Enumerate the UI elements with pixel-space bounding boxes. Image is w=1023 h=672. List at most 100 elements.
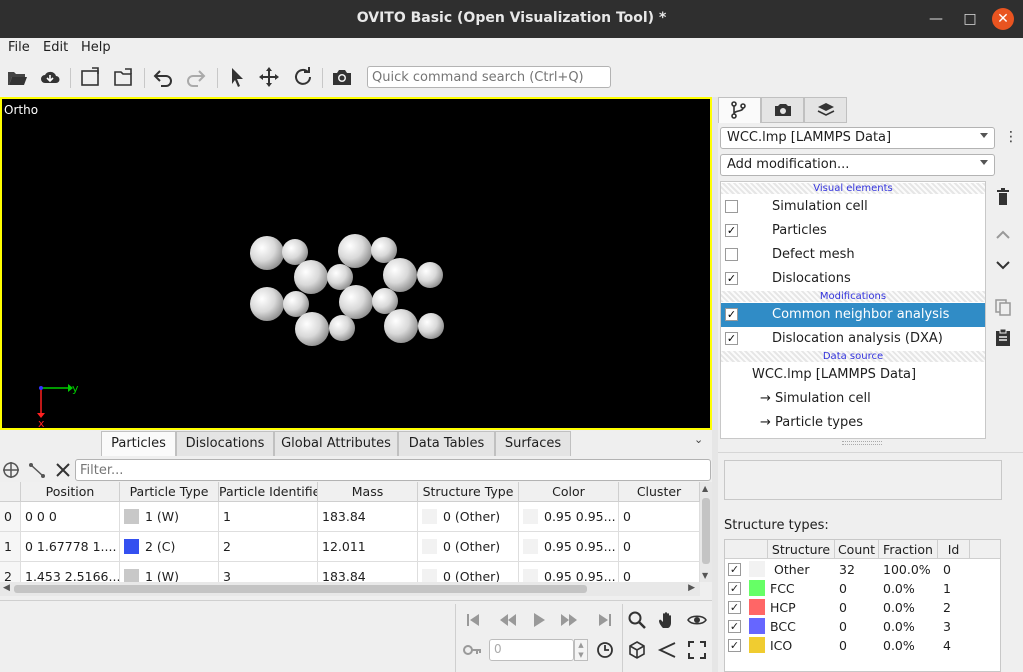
tab-surfaces[interactable]: Surfaces	[495, 431, 571, 456]
pipeline-item-source-simulation-cell[interactable]: → Simulation cell	[721, 387, 985, 411]
table-vertical-scrollbar[interactable]: ▲ ▼	[700, 482, 712, 582]
tab-global-attributes[interactable]: Global Attributes	[274, 431, 398, 456]
checkbox[interactable]: ✓	[725, 272, 738, 285]
structure-color-swatch[interactable]	[749, 599, 765, 615]
load-remote-icon[interactable]	[39, 66, 63, 88]
close-button[interactable]: ✕	[992, 8, 1014, 30]
pipeline-item-particles[interactable]: ✓ Particles	[721, 219, 985, 243]
column-header[interactable]: Particle Identifier	[219, 482, 318, 502]
pipeline-item-data-source[interactable]: WCC.lmp [LAMMPS Data]	[721, 363, 985, 387]
column-header[interactable]: Count	[835, 540, 879, 559]
checkbox[interactable]: ✓	[725, 332, 738, 345]
move-up-chevron-icon[interactable]	[993, 225, 1015, 247]
maximize-button[interactable]: □	[959, 8, 981, 30]
pipeline-item-common-neighbor-analysis[interactable]: ✓ Common neighbor analysis	[721, 303, 985, 327]
menu-edit[interactable]: Edit	[43, 40, 68, 55]
open-file-icon[interactable]	[6, 66, 30, 88]
tab-render[interactable]	[761, 97, 804, 123]
orbit-eye-icon[interactable]	[685, 608, 709, 632]
checkbox[interactable]: ✓	[728, 639, 741, 652]
panel-splitter-handle[interactable]	[842, 441, 882, 445]
table-cell: 183.84	[318, 502, 418, 532]
more-vertical-icon[interactable]: ⋮	[1004, 128, 1018, 148]
animation-settings-clock-icon[interactable]	[593, 638, 617, 662]
maximize-viewport-icon[interactable]	[685, 638, 709, 662]
filter-input[interactable]	[75, 459, 711, 481]
move-mode-icon[interactable]	[258, 66, 282, 88]
checkbox[interactable]: ✓	[728, 563, 741, 576]
particles-table: Position Particle Type Particle Identifi…	[0, 482, 700, 582]
checkbox[interactable]: ✓	[728, 582, 741, 595]
pipeline-item-dislocation-analysis[interactable]: ✓ Dislocation analysis (DXA)	[721, 327, 985, 351]
tab-particles[interactable]: Particles	[101, 431, 176, 456]
type-color-swatch	[124, 508, 139, 524]
pipeline-selector[interactable]: WCC.lmp [LAMMPS Data]	[720, 127, 995, 149]
checkbox[interactable]: ✓	[725, 308, 738, 321]
table-cell: 0	[619, 562, 700, 582]
previous-frame-icon[interactable]	[496, 608, 520, 632]
rotate-mode-icon[interactable]	[291, 66, 315, 88]
checkbox[interactable]	[725, 248, 738, 261]
tab-viewport-layers[interactable]	[804, 97, 847, 123]
collapse-chevron-icon[interactable]: ⌄	[694, 433, 706, 447]
structure-color-swatch[interactable]	[749, 618, 765, 634]
move-down-chevron-icon[interactable]	[993, 255, 1015, 277]
structure-color-swatch[interactable]	[749, 561, 765, 577]
table-horizontal-scrollbar[interactable]: ◀ ▶	[0, 582, 700, 596]
render-camera-icon[interactable]	[331, 66, 355, 88]
next-frame-icon[interactable]	[557, 608, 581, 632]
column-header[interactable]: Particle Type	[120, 482, 219, 502]
structure-color-swatch[interactable]	[749, 580, 765, 596]
fov-icon[interactable]	[655, 638, 679, 662]
frame-spinner[interactable]: 0	[489, 639, 574, 661]
crosshair-pick-icon[interactable]	[1, 460, 21, 480]
redo-icon[interactable]	[185, 66, 209, 88]
quick-command-search-input[interactable]	[367, 66, 611, 88]
pipeline-item-defect-mesh[interactable]: Defect mesh	[721, 243, 985, 267]
column-header[interactable]: Id	[938, 540, 970, 559]
save-session-as-icon[interactable]	[112, 66, 136, 88]
checkbox[interactable]: ✓	[725, 224, 738, 237]
minimize-button[interactable]: —	[925, 8, 947, 30]
delete-trash-icon[interactable]	[993, 187, 1015, 209]
zoom-scene-extents-icon[interactable]	[625, 638, 649, 662]
column-header[interactable]: Color	[519, 482, 619, 502]
menu-file[interactable]: File	[8, 40, 30, 55]
pipeline-item-particle-types[interactable]: → Particle types	[721, 411, 985, 435]
zoom-icon[interactable]	[625, 608, 649, 632]
tab-pipeline[interactable]	[718, 97, 761, 123]
undo-icon[interactable]	[152, 66, 176, 88]
copy-icon[interactable]	[993, 297, 1015, 319]
tab-data-tables[interactable]: Data Tables	[398, 431, 495, 456]
save-session-icon[interactable]	[79, 66, 103, 88]
column-header[interactable]: Fraction	[879, 540, 938, 559]
column-header[interactable]: Cluster	[619, 482, 700, 502]
checkbox[interactable]: ✓	[728, 601, 741, 614]
checkbox[interactable]: ✓	[728, 620, 741, 633]
menu-help[interactable]: Help	[81, 40, 111, 55]
structure-color-swatch[interactable]	[749, 637, 765, 653]
checkbox[interactable]	[725, 200, 738, 213]
selection-mode-icon[interactable]	[226, 66, 250, 88]
pipeline-item-dislocations[interactable]: ✓ Dislocations	[721, 267, 985, 291]
jump-to-end-icon[interactable]	[593, 608, 617, 632]
add-modification-dropdown[interactable]: Add modification...	[720, 154, 995, 176]
jump-to-start-icon[interactable]	[461, 608, 485, 632]
clipboard-icon[interactable]	[993, 327, 1015, 349]
pan-hand-icon[interactable]	[655, 608, 679, 632]
play-icon[interactable]	[527, 608, 551, 632]
column-header[interactable]: Position	[21, 482, 120, 502]
add-modification-label: Add modification...	[727, 157, 850, 172]
column-header[interactable]: Structure	[768, 540, 835, 559]
measure-distance-icon[interactable]	[27, 460, 47, 480]
viewport-ortho[interactable]: Ortho y x	[0, 97, 712, 430]
column-header[interactable]: Structure Type	[418, 482, 519, 502]
pipeline-item-simulation-cell[interactable]: Simulation cell	[721, 195, 985, 219]
type-color-swatch	[124, 568, 139, 582]
clear-selection-icon[interactable]	[53, 460, 73, 480]
splitter[interactable]	[712, 97, 718, 672]
column-header[interactable]: Mass	[318, 482, 418, 502]
auto-key-icon[interactable]	[460, 638, 484, 662]
tab-dislocations[interactable]: Dislocations	[176, 431, 274, 456]
frame-spinner-arrows[interactable]: ▲ ▼	[574, 639, 588, 661]
